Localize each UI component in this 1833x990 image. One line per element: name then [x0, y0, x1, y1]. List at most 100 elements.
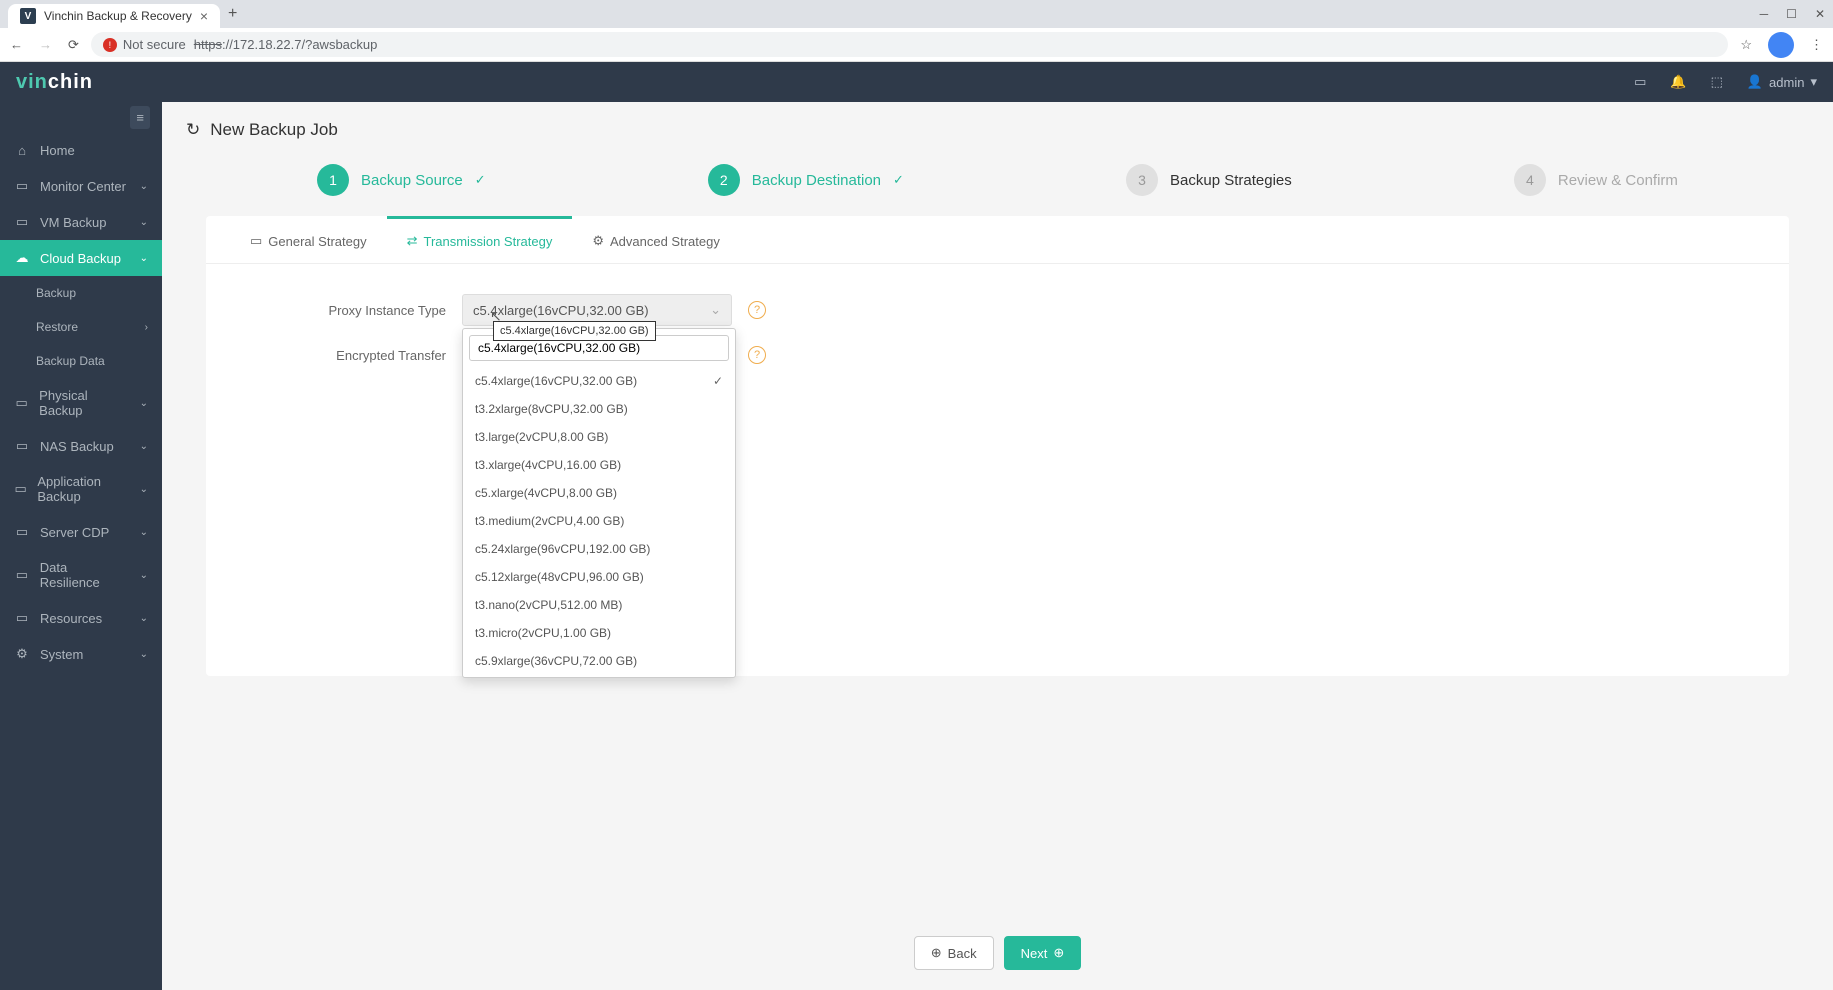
dropdown-option[interactable]: c5.xlarge(4vCPU,8.00 GB): [463, 479, 735, 507]
back-arrow-icon: ⊕: [931, 945, 942, 961]
sidebar-item-vm[interactable]: ▭VM Backup⌄: [0, 204, 162, 240]
sidebar-item-resources[interactable]: ▭Resources⌄: [0, 600, 162, 636]
step-destination[interactable]: 2 Backup Destination ✓: [708, 164, 904, 196]
sidebar: ≡ ⌂Home ▭Monitor Center⌄ ▭VM Backup⌄ ☁Cl…: [0, 102, 162, 990]
step-source[interactable]: 1 Backup Source ✓: [317, 164, 486, 196]
next-arrow-icon: ⊕: [1053, 945, 1064, 961]
tab-label: Advanced Strategy: [610, 234, 720, 249]
close-tab-icon[interactable]: ×: [200, 8, 208, 24]
sidebar-label: System: [40, 647, 83, 662]
step-label: Backup Source: [361, 172, 463, 189]
dropdown-option[interactable]: t3.2xlarge(8vCPU,32.00 GB): [463, 395, 735, 423]
menu-icon[interactable]: ⋮: [1810, 37, 1823, 53]
dropdown-option[interactable]: t3.medium(2vCPU,4.00 GB): [463, 507, 735, 535]
notes-icon[interactable]: ▭: [1634, 74, 1646, 90]
chevron-down-icon: ⌄: [140, 484, 148, 495]
minimize-icon[interactable]: ─: [1760, 7, 1769, 21]
select-value: c5.4xlarge(16vCPU,32.00 GB): [473, 303, 649, 318]
sidebar-item-system[interactable]: ⚙System⌄: [0, 636, 162, 672]
reload-icon[interactable]: ⟳: [68, 37, 79, 53]
check-icon: ✓: [475, 172, 486, 188]
check-icon: ✓: [713, 374, 723, 388]
warning-icon: !: [103, 38, 117, 52]
sidebar-item-cdp[interactable]: ▭Server CDP⌄: [0, 514, 162, 550]
sidebar-label: Backup: [36, 286, 76, 300]
dropdown-option[interactable]: c5.9xlarge(36vCPU,72.00 GB): [463, 647, 735, 675]
proxy-type-dropdown: c5.4xlarge(16vCPU,32.00 GB)✓ t3.2xlarge(…: [462, 328, 736, 678]
user-menu[interactable]: 👤 admin ▾: [1747, 74, 1817, 90]
step-review[interactable]: 4 Review & Confirm: [1514, 164, 1678, 196]
dropdown-option[interactable]: c5.large(2vCPU,4.00 GB): [463, 675, 735, 677]
tab-advanced[interactable]: ⚙Advanced Strategy: [572, 216, 740, 263]
sidebar-toggle[interactable]: ≡: [130, 106, 150, 129]
shield-icon: ▭: [14, 567, 30, 583]
sidebar-label: Physical Backup: [39, 388, 129, 418]
info-icon[interactable]: ?: [748, 346, 766, 364]
chevron-down-icon: ⌄: [140, 253, 148, 264]
sidebar-item-cloud[interactable]: ☁Cloud Backup⌄: [0, 240, 162, 276]
stepper: 1 Backup Source ✓ 2 Backup Destination ✓…: [206, 164, 1789, 196]
star-icon[interactable]: ☆: [1740, 37, 1752, 53]
sidebar-item-monitor[interactable]: ▭Monitor Center⌄: [0, 168, 162, 204]
proxy-type-select[interactable]: c5.4xlarge(16vCPU,32.00 GB) ⌄ c5.4xlarge…: [462, 294, 732, 326]
logo[interactable]: vinchin: [16, 71, 93, 94]
back-icon[interactable]: ←: [10, 37, 23, 53]
tab-transmission[interactable]: ⇄Transmission Strategy: [387, 216, 573, 263]
user-icon: 👤: [1747, 74, 1763, 90]
next-button[interactable]: Next⊕: [1004, 936, 1082, 970]
maximize-icon[interactable]: ☐: [1786, 7, 1797, 21]
screen-icon[interactable]: ⬚: [1711, 74, 1723, 90]
dropdown-option[interactable]: t3.large(2vCPU,8.00 GB): [463, 423, 735, 451]
step-number: 3: [1126, 164, 1158, 196]
step-number: 2: [708, 164, 740, 196]
step-number: 4: [1514, 164, 1546, 196]
sidebar-item-app[interactable]: ▭Application Backup⌄: [0, 464, 162, 514]
dropdown-option[interactable]: c5.12xlarge(48vCPU,96.00 GB): [463, 563, 735, 591]
page-title: ↻ New Backup Job: [186, 120, 1809, 140]
url-input[interactable]: ! Not secure https://172.18.22.7/?awsbac…: [91, 32, 1728, 57]
gear-icon: ⚙: [14, 646, 30, 662]
sidebar-item-backup-data[interactable]: Backup Data: [0, 344, 162, 378]
url-text: https://172.18.22.7/?awsbackup: [194, 37, 378, 52]
dropdown-list[interactable]: c5.4xlarge(16vCPU,32.00 GB)✓ t3.2xlarge(…: [463, 367, 735, 677]
sidebar-item-restore[interactable]: Restore›: [0, 310, 162, 344]
bell-icon[interactable]: 🔔: [1670, 74, 1686, 90]
back-button[interactable]: ⊕Back: [914, 936, 994, 970]
step-strategies[interactable]: 3 Backup Strategies: [1126, 164, 1292, 196]
refresh-icon: ↻: [186, 120, 200, 140]
forward-icon[interactable]: →: [39, 37, 52, 53]
chevron-down-icon: ⌄: [140, 441, 148, 452]
chevron-right-icon: ›: [145, 322, 148, 333]
cdp-icon: ▭: [14, 524, 30, 540]
sidebar-label: Backup Data: [36, 354, 105, 368]
proxy-type-label: Proxy Instance Type: [246, 303, 446, 318]
app-icon: ▭: [14, 481, 27, 497]
sidebar-item-physical[interactable]: ▭Physical Backup⌄: [0, 378, 162, 428]
sidebar-item-backup[interactable]: Backup: [0, 276, 162, 310]
dropdown-option[interactable]: c5.24xlarge(96vCPU,192.00 GB): [463, 535, 735, 563]
sidebar-label: Resources: [40, 611, 102, 626]
sidebar-item-home[interactable]: ⌂Home: [0, 133, 162, 168]
browser-tab[interactable]: V Vinchin Backup & Recovery ×: [8, 4, 220, 28]
sidebar-item-nas[interactable]: ▭NAS Backup⌄: [0, 428, 162, 464]
close-window-icon[interactable]: ✕: [1815, 7, 1825, 21]
dropdown-option[interactable]: t3.xlarge(4vCPU,16.00 GB): [463, 451, 735, 479]
step-label: Backup Destination: [752, 172, 881, 189]
dropdown-option[interactable]: t3.micro(2vCPU,1.00 GB): [463, 619, 735, 647]
tab-general[interactable]: ▭General Strategy: [230, 216, 387, 263]
dropdown-option[interactable]: t3.nano(2vCPU,512.00 MB): [463, 591, 735, 619]
info-icon[interactable]: ?: [748, 301, 766, 319]
strategy-tabs: ▭General Strategy ⇄Transmission Strategy…: [206, 216, 1789, 264]
sidebar-label: Server CDP: [40, 525, 109, 540]
app-header: vinchin ▭ 🔔 ⬚ 👤 admin ▾: [0, 62, 1833, 102]
window-controls: ─ ☐ ✕: [1760, 7, 1825, 21]
chevron-down-icon: ⌄: [140, 217, 148, 228]
sidebar-label: NAS Backup: [40, 439, 114, 454]
cloud-icon: ☁: [14, 250, 30, 266]
home-icon: ⌂: [14, 143, 30, 158]
new-tab-button[interactable]: +: [228, 5, 237, 23]
profile-avatar[interactable]: [1768, 32, 1794, 58]
sidebar-item-resilience[interactable]: ▭Data Resilience⌄: [0, 550, 162, 600]
dropdown-option[interactable]: c5.4xlarge(16vCPU,32.00 GB)✓: [463, 367, 735, 395]
general-icon: ▭: [250, 233, 262, 249]
